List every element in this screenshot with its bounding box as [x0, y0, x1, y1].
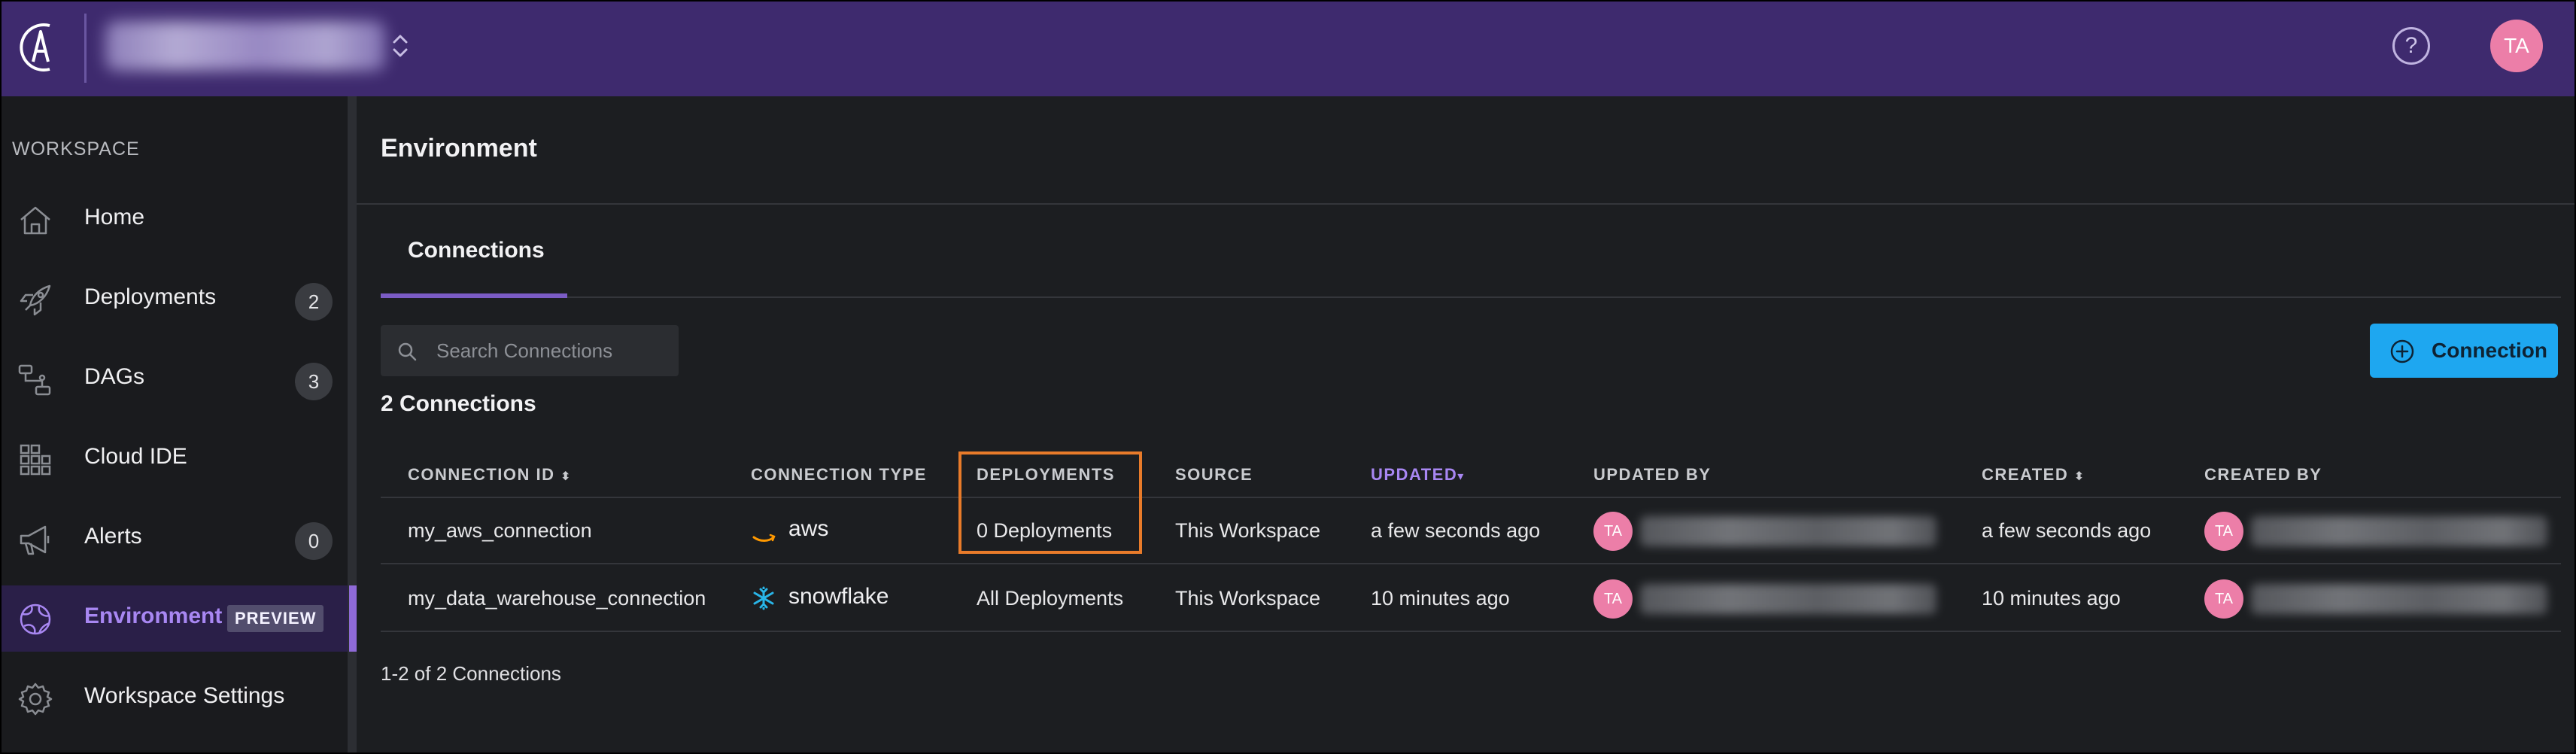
updated-by-name-redacted	[1640, 584, 1937, 614]
help-icon[interactable]: ?	[2392, 27, 2430, 65]
active-tab-indicator	[381, 293, 567, 298]
sidebar-item-dags[interactable]: DAGs 3	[2, 346, 348, 412]
sidebar-section-label: WORKSPACE	[12, 138, 140, 160]
topbar-divider	[84, 14, 87, 83]
alerts-count-badge: 0	[295, 522, 333, 560]
search-input[interactable]	[436, 325, 670, 376]
avatar: TA	[2204, 512, 2243, 551]
column-header-source: SOURCE	[1175, 465, 1253, 485]
sidebar-item-label: Environment	[84, 604, 223, 628]
plus-circle-icon	[2389, 339, 2415, 364]
sidebar-item-deployments[interactable]: Deployments 2	[2, 266, 348, 333]
sidebar-item-environment[interactable]: Environment PREVIEW	[2, 585, 357, 652]
sort-desc-icon: ▾	[1457, 470, 1465, 483]
search-icon	[397, 342, 417, 361]
sidebar-resize-handle[interactable]	[348, 96, 357, 752]
deployments-column-highlight	[958, 451, 1142, 554]
column-header-label: CONNECTION ID	[408, 465, 555, 484]
sort-icon: ⬍	[560, 470, 573, 483]
sidebar-item-label: Workspace Settings	[84, 683, 285, 708]
dags-icon	[17, 361, 54, 399]
updated-cell: a few seconds ago	[1371, 519, 1541, 542]
home-icon	[17, 202, 54, 239]
column-header-connection-id[interactable]: CONNECTION ID ⬍	[408, 465, 572, 485]
tabs-divider	[381, 296, 2561, 298]
connection-id-cell[interactable]: my_aws_connection	[408, 519, 592, 543]
sort-icon: ⬍	[2073, 470, 2085, 483]
avatar: TA	[2204, 579, 2243, 619]
app-window: ? TA WORKSPACE Home Deployments 2 DAGs 3…	[0, 0, 2576, 754]
rocket-icon	[17, 281, 54, 319]
pagination-summary: 1-2 of 2 Connections	[381, 662, 561, 685]
megaphone-icon	[17, 521, 54, 558]
created-by-name-redacted	[2251, 584, 2547, 614]
sidebar-item-alerts[interactable]: Alerts 0	[2, 506, 348, 572]
column-header-created-by: CREATED BY	[2204, 465, 2322, 485]
column-header-updated[interactable]: UPDATED▾	[1371, 465, 1465, 485]
top-bar: ? TA	[2, 2, 2574, 96]
connection-id-cell[interactable]: my_data_warehouse_connection	[408, 587, 706, 610]
sidebar-item-home[interactable]: Home	[2, 187, 348, 253]
gear-icon	[17, 680, 54, 718]
search-box	[381, 325, 679, 376]
updated-cell: 10 minutes ago	[1371, 587, 1510, 610]
dags-count-badge: 3	[295, 363, 333, 400]
column-header-label: SOURCE	[1175, 465, 1253, 484]
created-cell: a few seconds ago	[1982, 519, 2152, 542]
source-cell: This Workspace	[1175, 587, 1321, 610]
sidebar-item-label: Home	[84, 205, 145, 230]
table-header-divider	[381, 497, 2561, 498]
sidebar-item-cloud-ide[interactable]: Cloud IDE	[2, 426, 348, 492]
preview-badge: PREVIEW	[227, 605, 324, 632]
created-by-name-redacted	[2251, 516, 2547, 546]
column-header-label: UPDATED	[1371, 465, 1458, 484]
column-header-connection-type: CONNECTION TYPE	[751, 465, 927, 485]
deployments-count-badge: 2	[295, 283, 333, 321]
row-divider	[381, 563, 2561, 564]
column-header-created[interactable]: CREATED ⬍	[1982, 465, 2085, 485]
astronomer-logo[interactable]	[12, 15, 63, 80]
user-avatar[interactable]: TA	[2490, 20, 2543, 72]
source-cell: This Workspace	[1175, 519, 1321, 542]
column-header-label: CREATED	[1982, 465, 2069, 484]
sidebar-item-label: DAGs	[84, 364, 145, 389]
add-connection-label: Connection	[2432, 339, 2547, 362]
connection-type-cell: snowflake	[788, 584, 889, 609]
divider	[357, 203, 2574, 205]
page-title: Environment	[381, 134, 537, 163]
snowflake-icon	[751, 585, 776, 611]
chevron-up-down-icon[interactable]	[387, 29, 414, 63]
sidebar-item-workspace-settings[interactable]: Workspace Settings	[2, 665, 348, 731]
sidebar-item-label: Cloud IDE	[84, 444, 187, 469]
column-header-label: CREATED BY	[2204, 465, 2322, 484]
tab-connections[interactable]: Connections	[408, 238, 545, 263]
aws-icon	[751, 521, 776, 546]
column-header-label: CONNECTION TYPE	[751, 465, 927, 484]
workspace-selector[interactable]	[105, 21, 385, 71]
sidebar-item-label: Alerts	[84, 524, 142, 549]
globe-icon	[17, 600, 54, 638]
add-connection-button[interactable]: Connection	[2370, 324, 2558, 378]
row-divider	[381, 631, 2561, 632]
avatar: TA	[1593, 579, 1633, 619]
updated-by-name-redacted	[1640, 516, 1937, 546]
avatar: TA	[1593, 512, 1633, 551]
column-header-label: UPDATED BY	[1593, 465, 1712, 484]
sidebar-item-label: Deployments	[84, 284, 217, 309]
column-header-updated-by: UPDATED BY	[1593, 465, 1711, 485]
deployments-cell: All Deployments	[977, 587, 1124, 610]
grid-icon	[17, 441, 54, 479]
connections-count: 2 Connections	[381, 391, 536, 416]
created-cell: 10 minutes ago	[1982, 587, 2121, 610]
connection-type-cell: aws	[788, 516, 829, 541]
